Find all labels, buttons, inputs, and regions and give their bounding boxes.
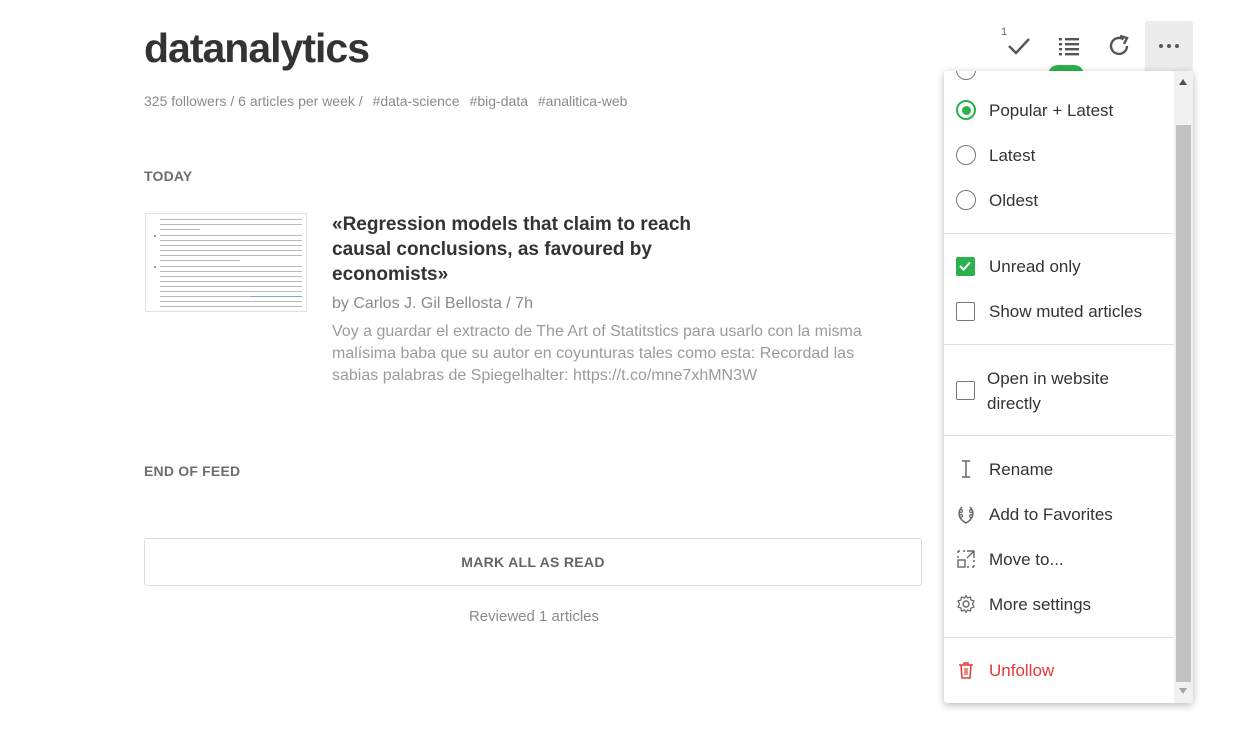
text-cursor-icon: [962, 460, 970, 478]
unread-count-badge: 1: [1001, 26, 1008, 38]
filter-unread-only[interactable]: Unread only: [944, 246, 1174, 286]
menu-divider: [944, 233, 1174, 234]
article-byline: by Carlos J. Gil Bellosta / 7h: [332, 295, 533, 312]
sort-option-popular-latest[interactable]: Popular + Latest: [944, 90, 1174, 130]
menu-item-label: Popular + Latest: [989, 100, 1114, 120]
scroll-down-arrow-icon[interactable]: [1179, 688, 1187, 694]
sort-option-latest[interactable]: Latest: [944, 135, 1174, 175]
feed-meta: 325 followers / 6 articles per week / #d…: [144, 93, 627, 109]
section-today: TODAY: [144, 168, 193, 184]
more-options-button[interactable]: [1145, 21, 1193, 71]
scroll-up-arrow-icon[interactable]: [1179, 79, 1187, 85]
tag-link[interactable]: #big-data: [470, 93, 528, 109]
trash-icon: [959, 662, 973, 679]
tag-link[interactable]: #data-science: [373, 93, 460, 109]
move-to-option[interactable]: Move to...: [944, 539, 1174, 579]
move-icon: [957, 550, 975, 568]
sort-option-oldest[interactable]: Oldest: [944, 180, 1174, 220]
rename-option[interactable]: Rename: [944, 449, 1174, 489]
gear-icon: [957, 594, 975, 614]
menu-item-label: Add to Favorites: [989, 504, 1113, 524]
more-options-icon: [1159, 44, 1179, 48]
refresh-icon: [1109, 34, 1129, 56]
filter-show-muted[interactable]: Show muted articles: [944, 291, 1174, 331]
add-to-favorites-option[interactable]: Add to Favorites: [944, 494, 1174, 534]
checkbox[interactable]: [956, 256, 975, 276]
menu-divider: [944, 344, 1174, 345]
radio-button[interactable]: [956, 100, 976, 120]
checkbox[interactable]: [956, 381, 975, 400]
menu-item-label: Oldest: [989, 190, 1039, 210]
menu-scrollbar[interactable]: [1174, 71, 1193, 703]
list-view-icon: [1059, 38, 1079, 56]
mark-read-button[interactable]: 1: [995, 21, 1043, 71]
mark-all-as-read-button[interactable]: MARK ALL AS READ: [144, 538, 922, 586]
open-in-website-option[interactable]: Open in website directly: [944, 361, 1174, 421]
reviewed-count: Reviewed 1 articles: [468, 608, 600, 625]
list-view-button[interactable]: [1045, 21, 1093, 71]
menu-item-label: More settings: [989, 594, 1092, 614]
menu-item-label: Latest: [989, 145, 1036, 165]
feed-title: datanalytics: [144, 25, 370, 71]
feed-options-menu: Popular + Latest Latest Oldest Unread on…: [944, 71, 1193, 703]
tag-link[interactable]: #analitica-web: [538, 93, 628, 109]
laurel-icon: [958, 506, 974, 524]
article-entry[interactable]: «Regression models that claim to reach c…: [144, 212, 904, 392]
menu-item-label: Open in website directly: [987, 369, 1109, 413]
menu-item-label: Show muted articles: [989, 301, 1143, 321]
menu-divider: [944, 637, 1174, 638]
menu-divider: [944, 435, 1174, 436]
unfollow-option[interactable]: Unfollow: [944, 650, 1174, 690]
article-thumbnail[interactable]: [145, 213, 307, 312]
more-settings-option[interactable]: More settings: [944, 584, 1174, 624]
radio-button[interactable]: [956, 145, 976, 165]
scrollbar-thumb[interactable]: [1176, 125, 1191, 682]
menu-item-label: Move to...: [989, 549, 1064, 569]
radio-partial: [956, 71, 976, 80]
checkmark-icon: [1008, 38, 1030, 55]
radio-button[interactable]: [956, 190, 976, 210]
menu-item-label: Unread only: [989, 256, 1081, 276]
checkbox[interactable]: [956, 301, 975, 321]
section-end-of-feed: END OF FEED: [144, 463, 241, 479]
article-summary[interactable]: Voy a guardar el extracto de The Art of …: [332, 321, 892, 387]
article-title[interactable]: «Regression models that claim to reach c…: [332, 212, 712, 287]
checkmark-icon: [959, 261, 971, 271]
feed-stats: 325 followers / 6 articles per week /: [144, 93, 363, 109]
menu-item-label: Rename: [989, 459, 1054, 479]
refresh-button[interactable]: [1095, 21, 1143, 71]
menu-item-label: Unfollow: [989, 660, 1055, 680]
